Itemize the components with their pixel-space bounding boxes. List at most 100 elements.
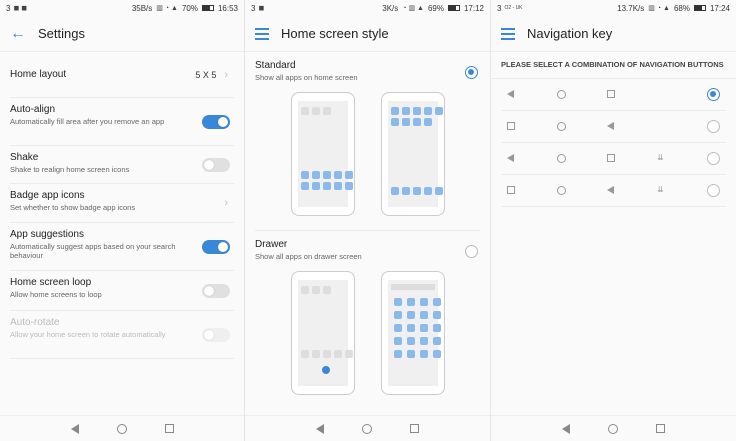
settings-panel: 3 ◼ ◼ 35B/s ▥ ◔ ▲ 70% 16:53 ← Settings Home … xyxy=(0,0,244,441)
nav-option-4-radio[interactable] xyxy=(707,184,720,197)
menu-icon[interactable] xyxy=(501,27,515,40)
phone-preview xyxy=(290,92,355,216)
app-icon-grid xyxy=(390,107,443,126)
setting-app-suggestions[interactable]: App suggestions Automatically suggest ap… xyxy=(10,223,234,271)
nav-option-1[interactable] xyxy=(501,79,726,111)
setting-badge-app-icons[interactable]: Badge app icons Set whether to show badg… xyxy=(10,184,234,223)
app-bar: ← Settings xyxy=(0,16,244,52)
phone-preview xyxy=(290,271,355,395)
setting-title: Auto-rotate xyxy=(10,317,60,328)
home-screen-loop-toggle[interactable] xyxy=(202,283,230,298)
nav-option-4[interactable]: ⇊ xyxy=(501,175,726,207)
network-speed: 13.7K/s xyxy=(617,3,645,13)
option-subtitle: Show all apps on home screen xyxy=(255,73,358,82)
chevron-right-icon: › xyxy=(224,68,228,81)
setting-home-layout[interactable]: Home layout 5 X 5 › xyxy=(10,52,234,98)
home-icon xyxy=(557,90,566,99)
back-icon[interactable] xyxy=(562,423,570,434)
option-title: Standard xyxy=(255,60,296,71)
instruction-text: PLEASE SELECT A COMBINATION OF NAVIGATIO… xyxy=(491,52,736,79)
menu-icon[interactable] xyxy=(255,27,269,40)
setting-title: Badge app icons xyxy=(10,190,85,201)
setting-title: Shake xyxy=(10,152,39,163)
setting-shake[interactable]: Shake Shake to realign home screen icons xyxy=(10,146,234,184)
status-bar: 3 O2 - UK 13.7K/s ▥ ◔ ▲ 68% 17:24 xyxy=(491,0,736,16)
battery-percent: 69% xyxy=(427,3,444,13)
setting-value: 5 X 5 xyxy=(195,69,217,80)
home-icon[interactable] xyxy=(362,423,372,434)
signal-icons: ▥ ◔ ▲ xyxy=(156,5,178,12)
recents-icon xyxy=(607,90,615,98)
system-nav-bar xyxy=(0,415,244,441)
notification-pulldown-icon: ⇊ xyxy=(657,185,664,194)
back-icon xyxy=(507,90,514,98)
status-bar: 3 ◼ 3K/s ◔ ▥ ▲ 69% 17:12 xyxy=(245,0,490,16)
system-nav-bar xyxy=(491,415,736,441)
option-standard[interactable]: Standard Show all apps on home screen xyxy=(245,52,490,224)
page-title: Settings xyxy=(38,26,85,41)
notification-icons: ◼ ◼ xyxy=(13,5,28,12)
home-icon[interactable] xyxy=(116,423,127,434)
option-drawer[interactable]: Drawer Show all apps on drawer screen xyxy=(245,231,490,403)
status-left: 3 xyxy=(251,3,256,13)
clock: 17:24 xyxy=(709,3,730,13)
shake-toggle[interactable] xyxy=(202,157,230,172)
battery-icon xyxy=(447,5,460,11)
standard-radio[interactable] xyxy=(465,66,478,79)
app-suggestions-toggle[interactable] xyxy=(202,239,230,254)
setting-title: Auto-align xyxy=(10,104,56,115)
clock: 17:12 xyxy=(463,3,484,13)
setting-subtitle: Automatically fill area after you remove… xyxy=(10,117,165,126)
nav-option-1-radio[interactable] xyxy=(707,88,720,101)
chevron-right-icon: › xyxy=(224,197,228,209)
battery-icon xyxy=(693,5,706,11)
back-arrow-icon[interactable]: ← xyxy=(10,25,26,43)
setting-subtitle: Set whether to show badge app icons xyxy=(10,203,136,212)
setting-subtitle: Allow home screens to loop xyxy=(10,290,102,299)
app-bar: Navigation key xyxy=(491,16,736,52)
battery-icon xyxy=(201,5,214,11)
setting-title: App suggestions xyxy=(10,229,84,240)
option-subtitle: Show all apps on drawer screen xyxy=(255,252,362,261)
system-nav-bar xyxy=(245,415,490,441)
dock-icons xyxy=(390,187,443,195)
home-icon xyxy=(557,154,566,163)
back-icon[interactable] xyxy=(70,423,79,434)
back-icon xyxy=(507,154,514,162)
option-title: Drawer xyxy=(255,239,288,250)
recents-icon[interactable] xyxy=(410,424,419,433)
nav-option-2-radio[interactable] xyxy=(707,120,720,133)
notification-pulldown-icon: ⇊ xyxy=(657,153,664,162)
nav-option-2[interactable] xyxy=(501,111,726,143)
setting-auto-align[interactable]: Auto-align Automatically fill area after… xyxy=(10,98,234,146)
setting-subtitle: Allow your home screen to rotate automat… xyxy=(10,330,166,339)
app-bar: Home screen style xyxy=(245,16,490,52)
battery-percent: 68% xyxy=(673,3,690,13)
page-title: Home screen style xyxy=(281,26,389,41)
recents-icon xyxy=(607,154,615,162)
phone-preview xyxy=(380,271,445,395)
nav-option-3-radio[interactable] xyxy=(707,152,720,165)
recents-icon[interactable] xyxy=(164,424,174,433)
setting-title: Home screen loop xyxy=(10,277,92,288)
notification-icons: ◼ xyxy=(258,5,265,12)
nav-option-3[interactable]: ⇊ xyxy=(501,143,726,175)
battery-percent: 70% xyxy=(181,3,198,13)
status-left: 3 xyxy=(6,3,11,13)
auto-align-toggle[interactable] xyxy=(202,114,230,129)
setting-subtitle: Automatically suggest apps based on your… xyxy=(10,242,176,260)
home-icon[interactable] xyxy=(608,423,618,434)
recents-icon[interactable] xyxy=(656,424,665,433)
network-speed: 35B/s xyxy=(131,3,153,13)
setting-home-screen-loop[interactable]: Home screen loop Allow home screens to l… xyxy=(10,271,234,311)
back-icon[interactable] xyxy=(316,423,324,434)
status-left: 3 xyxy=(497,3,502,13)
carrier: O2 - UK xyxy=(504,5,523,11)
drawer-radio[interactable] xyxy=(465,245,478,258)
auto-rotate-toggle xyxy=(202,327,230,342)
recents-icon xyxy=(507,186,515,194)
signal-icons: ◔ ▥ ▲ xyxy=(402,5,424,12)
back-icon xyxy=(607,122,614,130)
home-screen-style-panel: 3 ◼ 3K/s ◔ ▥ ▲ 69% 17:12 Home screen style S… xyxy=(245,0,490,441)
app-icon-grid xyxy=(300,171,353,190)
